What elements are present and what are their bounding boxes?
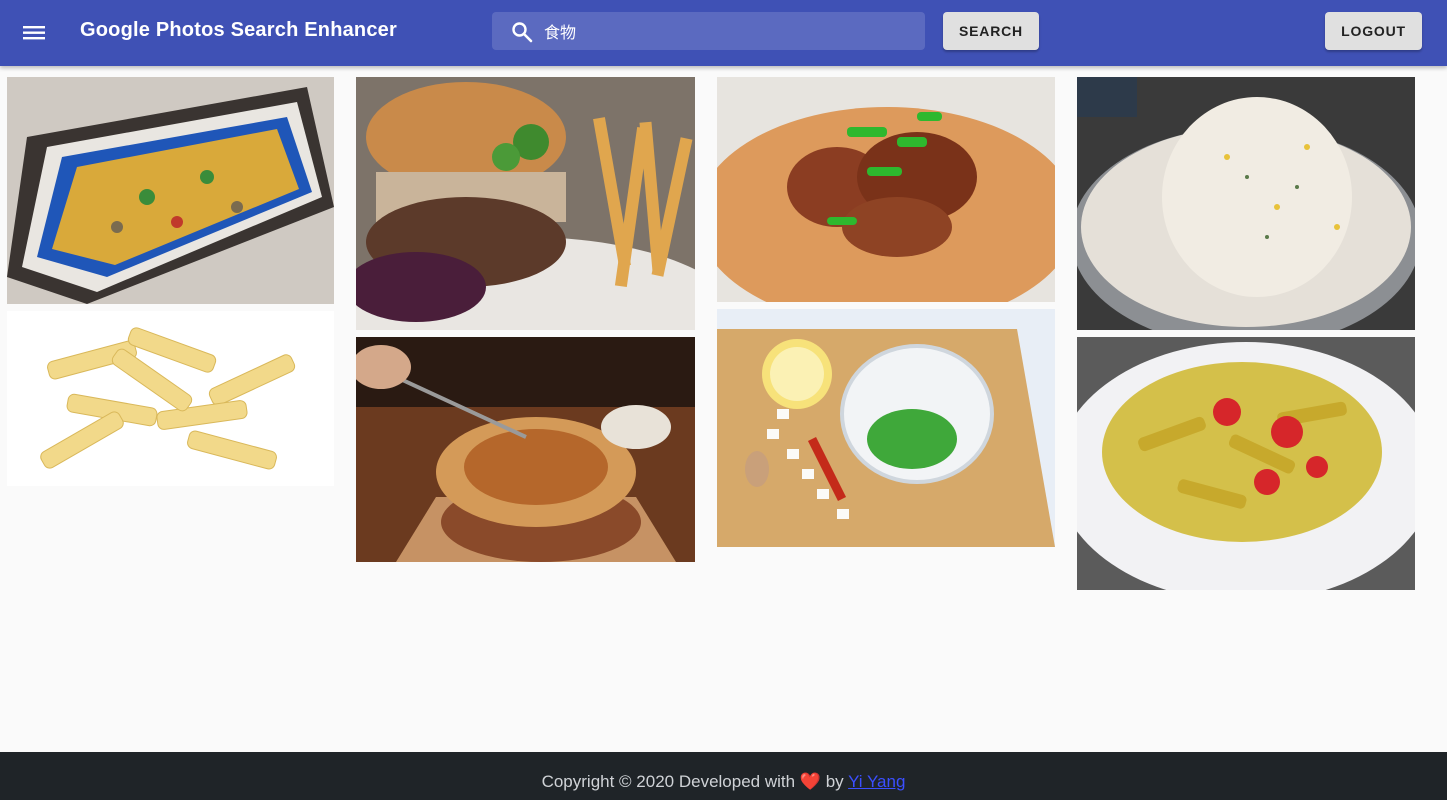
footer-by: by [820,772,849,791]
heart-icon: ❤️ [799,772,821,791]
photo-cutting-board[interactable] [717,309,1055,547]
search-button[interactable]: SEARCH [943,12,1039,50]
photo-image [1077,337,1415,590]
author-link[interactable]: Yi Yang [848,772,905,791]
photo-cheese-in-cloth[interactable] [1077,77,1415,330]
photo-vegetable-gratin[interactable] [7,77,334,304]
menu-icon [23,26,45,40]
photo-image [1077,77,1415,330]
photo-image [717,309,1055,547]
search-box [492,12,925,50]
footer-copyright: Copyright © 2020 Developed with [541,772,800,791]
photo-braised-meat[interactable] [717,77,1055,302]
photo-penne[interactable] [7,311,334,486]
search-input[interactable] [544,12,914,50]
footer: Copyright © 2020 Developed with ❤️ by Yi… [0,752,1447,800]
photo-biryani[interactable] [356,337,695,562]
photo-image [356,77,695,330]
menu-button[interactable] [14,13,56,53]
photo-image [717,77,1055,302]
logout-button[interactable]: LOGOUT [1325,12,1422,50]
search-icon [512,22,533,43]
photo-image [7,77,334,304]
app-title: Google Photos Search Enhancer [80,19,397,41]
photo-pasta-peppers[interactable] [1077,337,1415,590]
app-bar: Google Photos Search Enhancer SEARCH LOG… [0,0,1447,66]
photo-burger[interactable] [356,77,695,330]
photo-image [356,337,695,562]
photo-image [7,311,334,486]
